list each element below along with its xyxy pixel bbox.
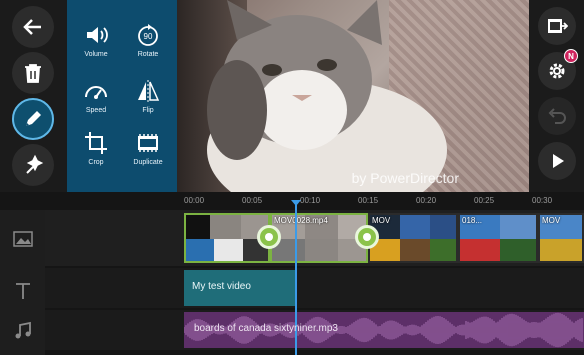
delete-button[interactable] bbox=[12, 52, 54, 94]
back-button[interactable] bbox=[12, 6, 54, 48]
tick-label: 00:15 bbox=[358, 196, 379, 205]
clip-label: MOV0028.mp4 bbox=[274, 216, 328, 225]
speed-button[interactable]: Speed bbox=[71, 76, 121, 132]
timeline: 00:00 00:05 00:10 00:15 00:20 00:25 00:3… bbox=[0, 192, 584, 355]
trash-icon bbox=[25, 64, 41, 83]
video-clip[interactable]: 018... bbox=[458, 213, 538, 263]
flip-button[interactable]: Flip bbox=[123, 76, 173, 132]
crop-label: Crop bbox=[88, 159, 104, 166]
time-ruler[interactable]: 00:00 00:05 00:10 00:15 00:20 00:25 00:3… bbox=[180, 192, 584, 210]
volume-label: Volume bbox=[84, 51, 108, 58]
edit-button[interactable] bbox=[12, 98, 54, 140]
play-button[interactable] bbox=[538, 142, 576, 180]
tick-label: 00:00 bbox=[184, 196, 205, 205]
volume-icon bbox=[87, 27, 108, 43]
text-clip[interactable]: My test video bbox=[184, 270, 296, 306]
speed-label: Speed bbox=[85, 107, 107, 114]
audio-track: boards of canada sixtyniner.mp3 bbox=[45, 310, 584, 350]
tick-label: 00:05 bbox=[242, 196, 263, 205]
video-preview[interactable]: by PowerDirector bbox=[177, 0, 529, 192]
watermark: by PowerDirector bbox=[351, 170, 459, 186]
image-track-icon bbox=[13, 231, 33, 247]
duplicate-button[interactable]: Duplicate bbox=[123, 128, 173, 184]
export-film-icon bbox=[548, 19, 568, 33]
effects-button[interactable] bbox=[12, 144, 54, 186]
pencil-icon bbox=[26, 111, 41, 126]
cat-image bbox=[207, 0, 447, 192]
audio-clip-label: boards of canada sixtyniner.mp3 bbox=[194, 323, 338, 334]
track-labels bbox=[0, 210, 45, 355]
duplicate-label: Duplicate bbox=[133, 159, 163, 166]
rotate-label: Rotate bbox=[137, 51, 159, 58]
video-clip[interactable]: MOV bbox=[538, 213, 584, 263]
magic-wand-icon bbox=[26, 154, 44, 174]
crop-button[interactable]: Crop bbox=[71, 128, 121, 184]
text-clip-label: My test video bbox=[192, 281, 251, 292]
clip-label: MOV bbox=[372, 216, 391, 225]
video-track: MOV0028.mp4 MOV 018... MOV bbox=[45, 210, 584, 266]
notification-badge: N bbox=[564, 49, 578, 63]
text-track-icon bbox=[16, 283, 30, 299]
rotate-icon: 90 bbox=[138, 24, 158, 46]
edit-menu-panel: Volume 90 Rotate Speed Flip Crop Duplica… bbox=[67, 0, 177, 192]
svg-text:90: 90 bbox=[144, 32, 153, 41]
tick-label: 00:20 bbox=[416, 196, 437, 205]
flip-label: Flip bbox=[142, 107, 154, 114]
trim-handle-left[interactable] bbox=[257, 225, 281, 249]
tick-label: 00:10 bbox=[300, 196, 321, 205]
tick-label: 00:30 bbox=[532, 196, 553, 205]
text-track: My test video bbox=[45, 268, 584, 308]
back-arrow-icon bbox=[23, 19, 41, 35]
crop-icon bbox=[85, 132, 107, 154]
play-icon bbox=[553, 154, 564, 168]
duplicate-icon bbox=[138, 134, 158, 152]
rotate-button[interactable]: 90 Rotate bbox=[123, 20, 173, 76]
left-toolbar bbox=[0, 0, 67, 192]
tick-label: 00:25 bbox=[474, 196, 495, 205]
speed-gauge-icon bbox=[85, 86, 107, 99]
undo-button[interactable] bbox=[538, 97, 576, 135]
video-clip-selected[interactable]: MOV0028.mp4 bbox=[270, 213, 368, 263]
video-clip[interactable]: MOV bbox=[368, 213, 458, 263]
settings-gear-icon bbox=[549, 63, 565, 79]
right-toolbar: N bbox=[529, 0, 584, 192]
audio-clip[interactable]: boards of canada sixtyniner.mp3 bbox=[184, 312, 584, 348]
clip-label: MOV bbox=[542, 216, 561, 225]
export-button[interactable] bbox=[538, 7, 576, 45]
clip-label: 018... bbox=[462, 216, 483, 225]
settings-button[interactable]: N bbox=[538, 49, 578, 90]
music-track-icon bbox=[15, 321, 31, 339]
trim-handle-right[interactable] bbox=[355, 225, 379, 249]
undo-icon bbox=[548, 108, 566, 124]
flip-icon bbox=[138, 80, 160, 102]
volume-button[interactable]: Volume bbox=[71, 20, 121, 76]
